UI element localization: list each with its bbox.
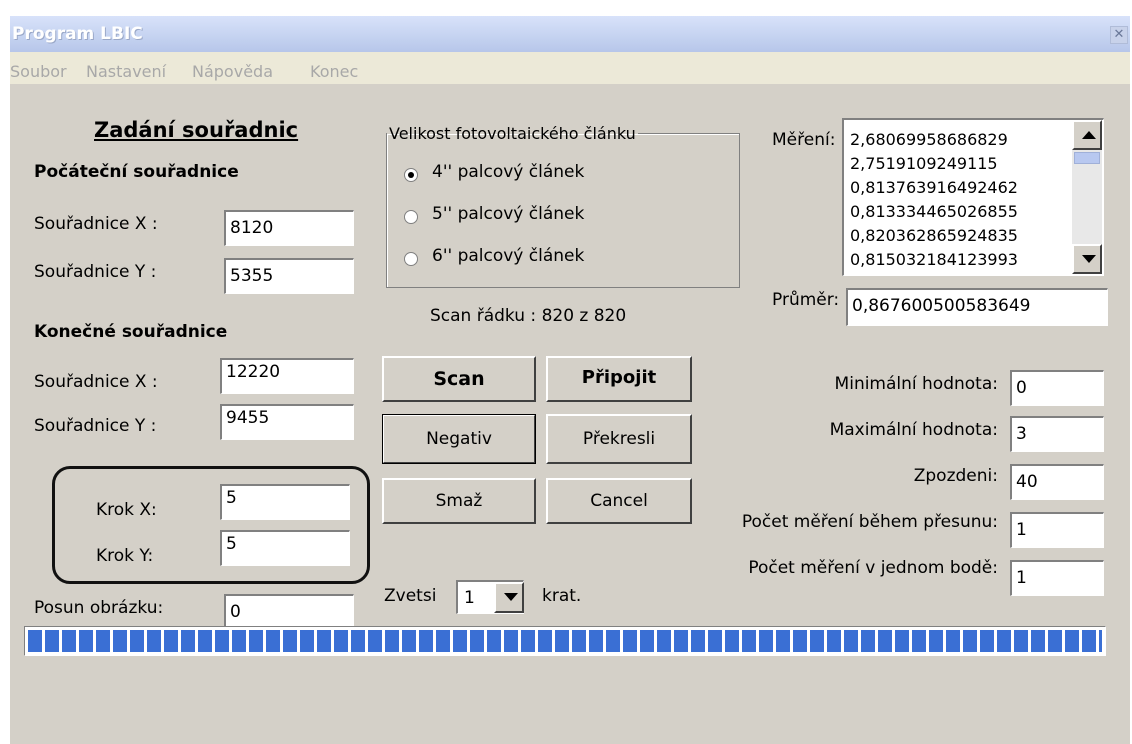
list-item[interactable]: 0,820362865924835 <box>850 226 1018 245</box>
average-label: Průměr: <box>772 290 840 310</box>
radio-unselected-icon <box>404 252 418 266</box>
chevron-down-icon <box>504 593 518 601</box>
start-y-input[interactable]: 5355 <box>224 258 354 294</box>
radio-label-5: 5'' palcový článek <box>432 204 585 224</box>
radio-label-4: 4'' palcový článek <box>432 162 585 182</box>
scroll-thumb[interactable] <box>1074 152 1100 164</box>
progress-bar <box>24 626 1106 656</box>
average-value[interactable]: 0,867600500583649 <box>846 288 1108 326</box>
scroll-up-button[interactable] <box>1072 120 1102 150</box>
delete-button[interactable]: Smaž <box>382 478 536 524</box>
coordinates-heading: Zadání souřadnic <box>94 118 299 142</box>
point-count-label: Počet měření v jednom bodě: <box>748 558 998 578</box>
arrow-up-icon <box>1082 131 1096 139</box>
min-value-label: Minimální hodnota: <box>834 374 998 394</box>
menu-bar: Soubor Nastavení Nápověda Konec <box>10 52 1130 84</box>
list-item[interactable]: 0,813334465026855 <box>850 202 1018 221</box>
start-coordinates-heading: Počáteční souřadnice <box>34 162 239 182</box>
close-button[interactable]: ✕ <box>1110 26 1128 44</box>
end-y-label: Souřadnice Y : <box>34 416 157 436</box>
radio-label-6: 6'' palcový článek <box>432 246 585 266</box>
measurements-list[interactable]: 2,68069958686829 2,7519109249115 0,81376… <box>842 118 1104 276</box>
menu-nastaveni[interactable]: Nastavení <box>86 62 166 81</box>
measurements-scrollbar[interactable] <box>1072 120 1102 274</box>
step-x-input[interactable]: 5 <box>220 484 350 520</box>
menu-napoveda[interactable]: Nápověda <box>192 62 273 81</box>
redraw-button[interactable]: Překresli <box>546 414 692 464</box>
negative-button[interactable]: Negativ <box>382 414 536 464</box>
zoom-select[interactable]: 1 <box>456 580 524 614</box>
scroll-down-button[interactable] <box>1072 244 1102 274</box>
cancel-button[interactable]: Cancel <box>546 478 692 524</box>
close-icon: ✕ <box>1113 27 1125 42</box>
delay-label: Zpozdeni: <box>913 466 998 486</box>
end-x-input[interactable]: 12220 <box>220 358 354 394</box>
step-y-input[interactable]: 5 <box>220 530 350 566</box>
end-x-label: Souřadnice X : <box>34 372 158 392</box>
zoom-suffix: krat. <box>542 586 582 606</box>
shift-input[interactable]: 0 <box>224 594 354 630</box>
list-item[interactable]: 2,7519109249115 <box>850 154 998 173</box>
end-coordinates-heading: Konečné souřadnice <box>34 322 228 342</box>
zoom-dropdown-button[interactable] <box>494 582 524 613</box>
arrow-down-icon <box>1082 255 1096 263</box>
start-x-label: Souřadnice X : <box>34 214 158 234</box>
list-item[interactable]: 0,815032184123993 <box>850 250 1018 269</box>
list-item[interactable]: 0,813763916492462 <box>850 178 1018 197</box>
end-y-input[interactable]: 9455 <box>220 404 354 440</box>
moves-count-label: Počet měření během přesunu: <box>741 512 998 532</box>
moves-count-input[interactable]: 1 <box>1010 512 1104 548</box>
max-value-input[interactable]: 3 <box>1010 416 1104 452</box>
radio-selected-icon <box>404 168 418 182</box>
step-x-label: Krok X: <box>96 500 157 520</box>
measurements-label: Měření: <box>772 130 836 150</box>
zoom-label: Zvetsi <box>384 586 437 606</box>
window-title: Program LBIC <box>12 24 143 44</box>
connect-button[interactable]: Připojit <box>546 356 692 402</box>
scan-button[interactable]: Scan <box>382 356 536 402</box>
step-y-label: Krok Y: <box>96 546 154 566</box>
zoom-value: 1 <box>464 588 475 608</box>
max-value-label: Maximální hodnota: <box>829 420 998 440</box>
title-bar[interactable]: Program LBIC ✕ <box>10 16 1130 52</box>
start-y-label: Souřadnice Y : <box>34 262 157 282</box>
radio-unselected-icon <box>404 210 418 224</box>
list-item[interactable]: 2,68069958686829 <box>850 130 1008 149</box>
shift-label: Posun obrázku: <box>34 598 164 618</box>
menu-konec[interactable]: Konec <box>310 62 358 81</box>
delay-input[interactable]: 40 <box>1010 464 1104 500</box>
scan-status: Scan řádku : 820 z 820 <box>430 306 627 326</box>
point-count-input[interactable]: 1 <box>1010 560 1104 596</box>
min-value-input[interactable]: 0 <box>1010 370 1104 406</box>
menu-soubor[interactable]: Soubor <box>10 62 67 81</box>
cell-size-legend: Velikost fotovoltaického článku <box>389 124 636 143</box>
progress-fill <box>28 630 1102 652</box>
start-x-input[interactable]: 8120 <box>224 210 354 246</box>
